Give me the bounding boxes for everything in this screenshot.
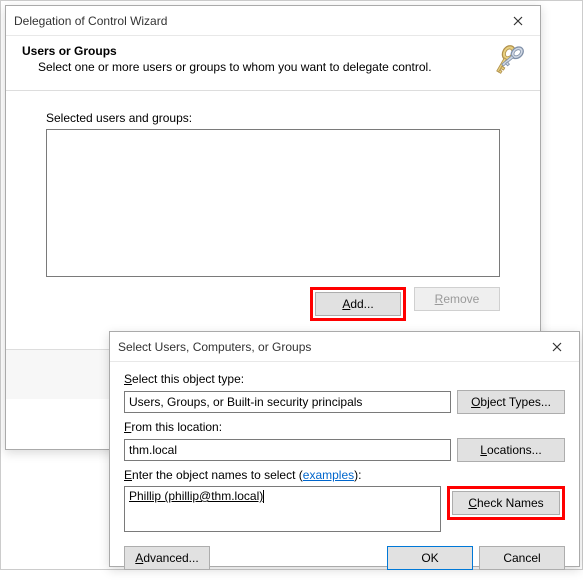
close-icon — [513, 16, 523, 26]
text-cursor — [263, 490, 264, 503]
dlg2-bottom-row: Advanced... OK Cancel — [124, 546, 565, 570]
keys-icon — [488, 44, 528, 84]
add-button[interactable]: Add... — [315, 292, 401, 316]
object-type-value: Users, Groups, or Built-in security prin… — [129, 395, 362, 409]
check-names-button[interactable]: Check Names — [452, 491, 560, 515]
dlg2-ok-cancel: OK Cancel — [387, 546, 565, 570]
object-names-input[interactable]: Phillip (phillip@thm.local) — [124, 486, 441, 532]
add-button-label: Add... — [342, 297, 373, 311]
dlg1-title: Delegation of Control Wizard — [14, 14, 167, 28]
location-field: thm.local — [124, 439, 451, 461]
page-heading: Users or Groups — [22, 44, 432, 58]
dlg2-close-button[interactable] — [534, 332, 579, 362]
dlg1-body: Selected users and groups: Add... Remove — [6, 91, 540, 331]
add-button-highlight: Add... — [310, 287, 406, 321]
remove-button-label: Remove — [435, 292, 480, 306]
object-names-value: Phillip (phillip@thm.local) — [129, 489, 263, 503]
enter-names-row: Phillip (phillip@thm.local) Check Names — [124, 486, 565, 532]
advanced-button[interactable]: Advanced... — [124, 546, 210, 570]
location-label: From this location: — [124, 420, 565, 434]
object-type-field: Users, Groups, or Built-in security prin… — [124, 391, 451, 413]
enter-names-label: Enter the object names to select (exampl… — [124, 468, 565, 482]
advanced-button-label: Advanced... — [135, 551, 198, 565]
object-types-button[interactable]: Object Types... — [457, 390, 565, 414]
selected-users-listbox[interactable] — [46, 129, 500, 277]
remove-button: Remove — [414, 287, 500, 311]
dlg1-header: Users or Groups Select one or more users… — [6, 36, 540, 91]
location-row: thm.local Locations... — [124, 438, 565, 462]
close-icon — [552, 342, 562, 352]
page-subheading: Select one or more users or groups to wh… — [38, 60, 432, 74]
locations-button-label: Locations... — [480, 443, 541, 457]
ok-button[interactable]: OK — [387, 546, 473, 570]
check-names-highlight: Check Names — [447, 486, 565, 520]
dlg1-close-button[interactable] — [495, 6, 540, 36]
object-type-row: Users, Groups, or Built-in security prin… — [124, 390, 565, 414]
dlg1-button-row: Add... Remove — [46, 287, 500, 321]
check-names-label: Check Names — [468, 496, 543, 510]
examples-link[interactable]: examples — [303, 468, 354, 482]
select-objects-dialog: Select Users, Computers, or Groups Selec… — [109, 331, 580, 567]
location-value: thm.local — [129, 443, 177, 457]
selected-users-label: Selected users and groups: — [46, 111, 500, 125]
dlg1-header-text: Users or Groups Select one or more users… — [22, 44, 432, 80]
locations-button[interactable]: Locations... — [457, 438, 565, 462]
dlg1-titlebar[interactable]: Delegation of Control Wizard — [6, 6, 540, 36]
object-type-label: Select this object type: — [124, 372, 565, 386]
object-types-button-label: Object Types... — [471, 395, 551, 409]
dlg2-body: Select this object type: Users, Groups, … — [110, 362, 579, 582]
cancel-button[interactable]: Cancel — [479, 546, 565, 570]
dlg2-titlebar[interactable]: Select Users, Computers, or Groups — [110, 332, 579, 362]
dlg2-title: Select Users, Computers, or Groups — [118, 340, 311, 354]
